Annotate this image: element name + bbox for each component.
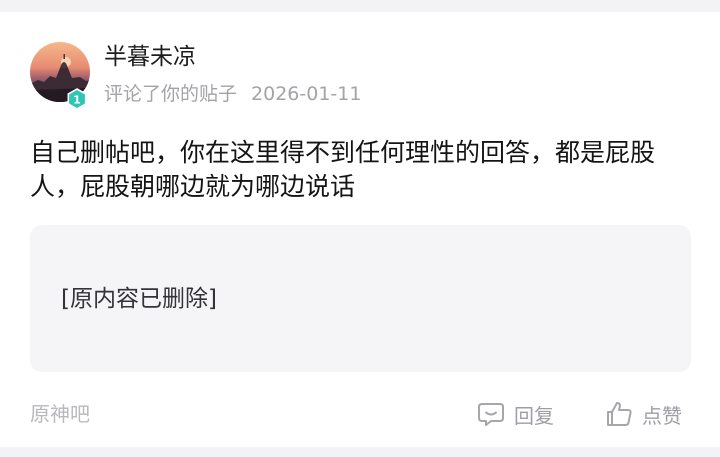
level-badge-text: 1 bbox=[73, 94, 81, 107]
level-badge-icon: 1 bbox=[67, 88, 87, 110]
reply-button-label: 回复 bbox=[514, 403, 554, 428]
reply-button[interactable]: 回复 bbox=[476, 398, 554, 430]
bottom-divider bbox=[0, 447, 720, 457]
author-name[interactable]: 半暮未凉 bbox=[104, 42, 196, 72]
like-button-label: 点赞 bbox=[642, 403, 682, 428]
thumbs-up-icon bbox=[607, 402, 632, 426]
notification-action-text: 评论了你的贴子 bbox=[104, 83, 238, 105]
reply-notification-card[interactable]: 1 半暮未凉 评论了你的贴子 2026-01-11 自己删帖吧，你在这里得不到任何… bbox=[0, 12, 720, 447]
like-button[interactable]: 点赞 bbox=[604, 398, 682, 430]
forum-name-link[interactable]: 原神吧 bbox=[30, 400, 90, 428]
quoted-post-text: [原内容已删除] bbox=[61, 286, 217, 312]
notification-page: 1 半暮未凉 评论了你的贴子 2026-01-11 自己删帖吧，你在这里得不到任何… bbox=[0, 0, 720, 457]
quoted-post-box[interactable]: [原内容已删除] bbox=[30, 225, 691, 372]
notification-meta: 评论了你的贴子 2026-01-11 bbox=[104, 80, 361, 108]
chat-bubble-icon bbox=[478, 403, 504, 426]
reply-content[interactable]: 自己删帖吧，你在这里得不到任何理性的回答，都是屁股人，屁股朝哪边就为哪边说话 bbox=[30, 136, 695, 204]
notification-date: 2026-01-11 bbox=[251, 83, 362, 105]
